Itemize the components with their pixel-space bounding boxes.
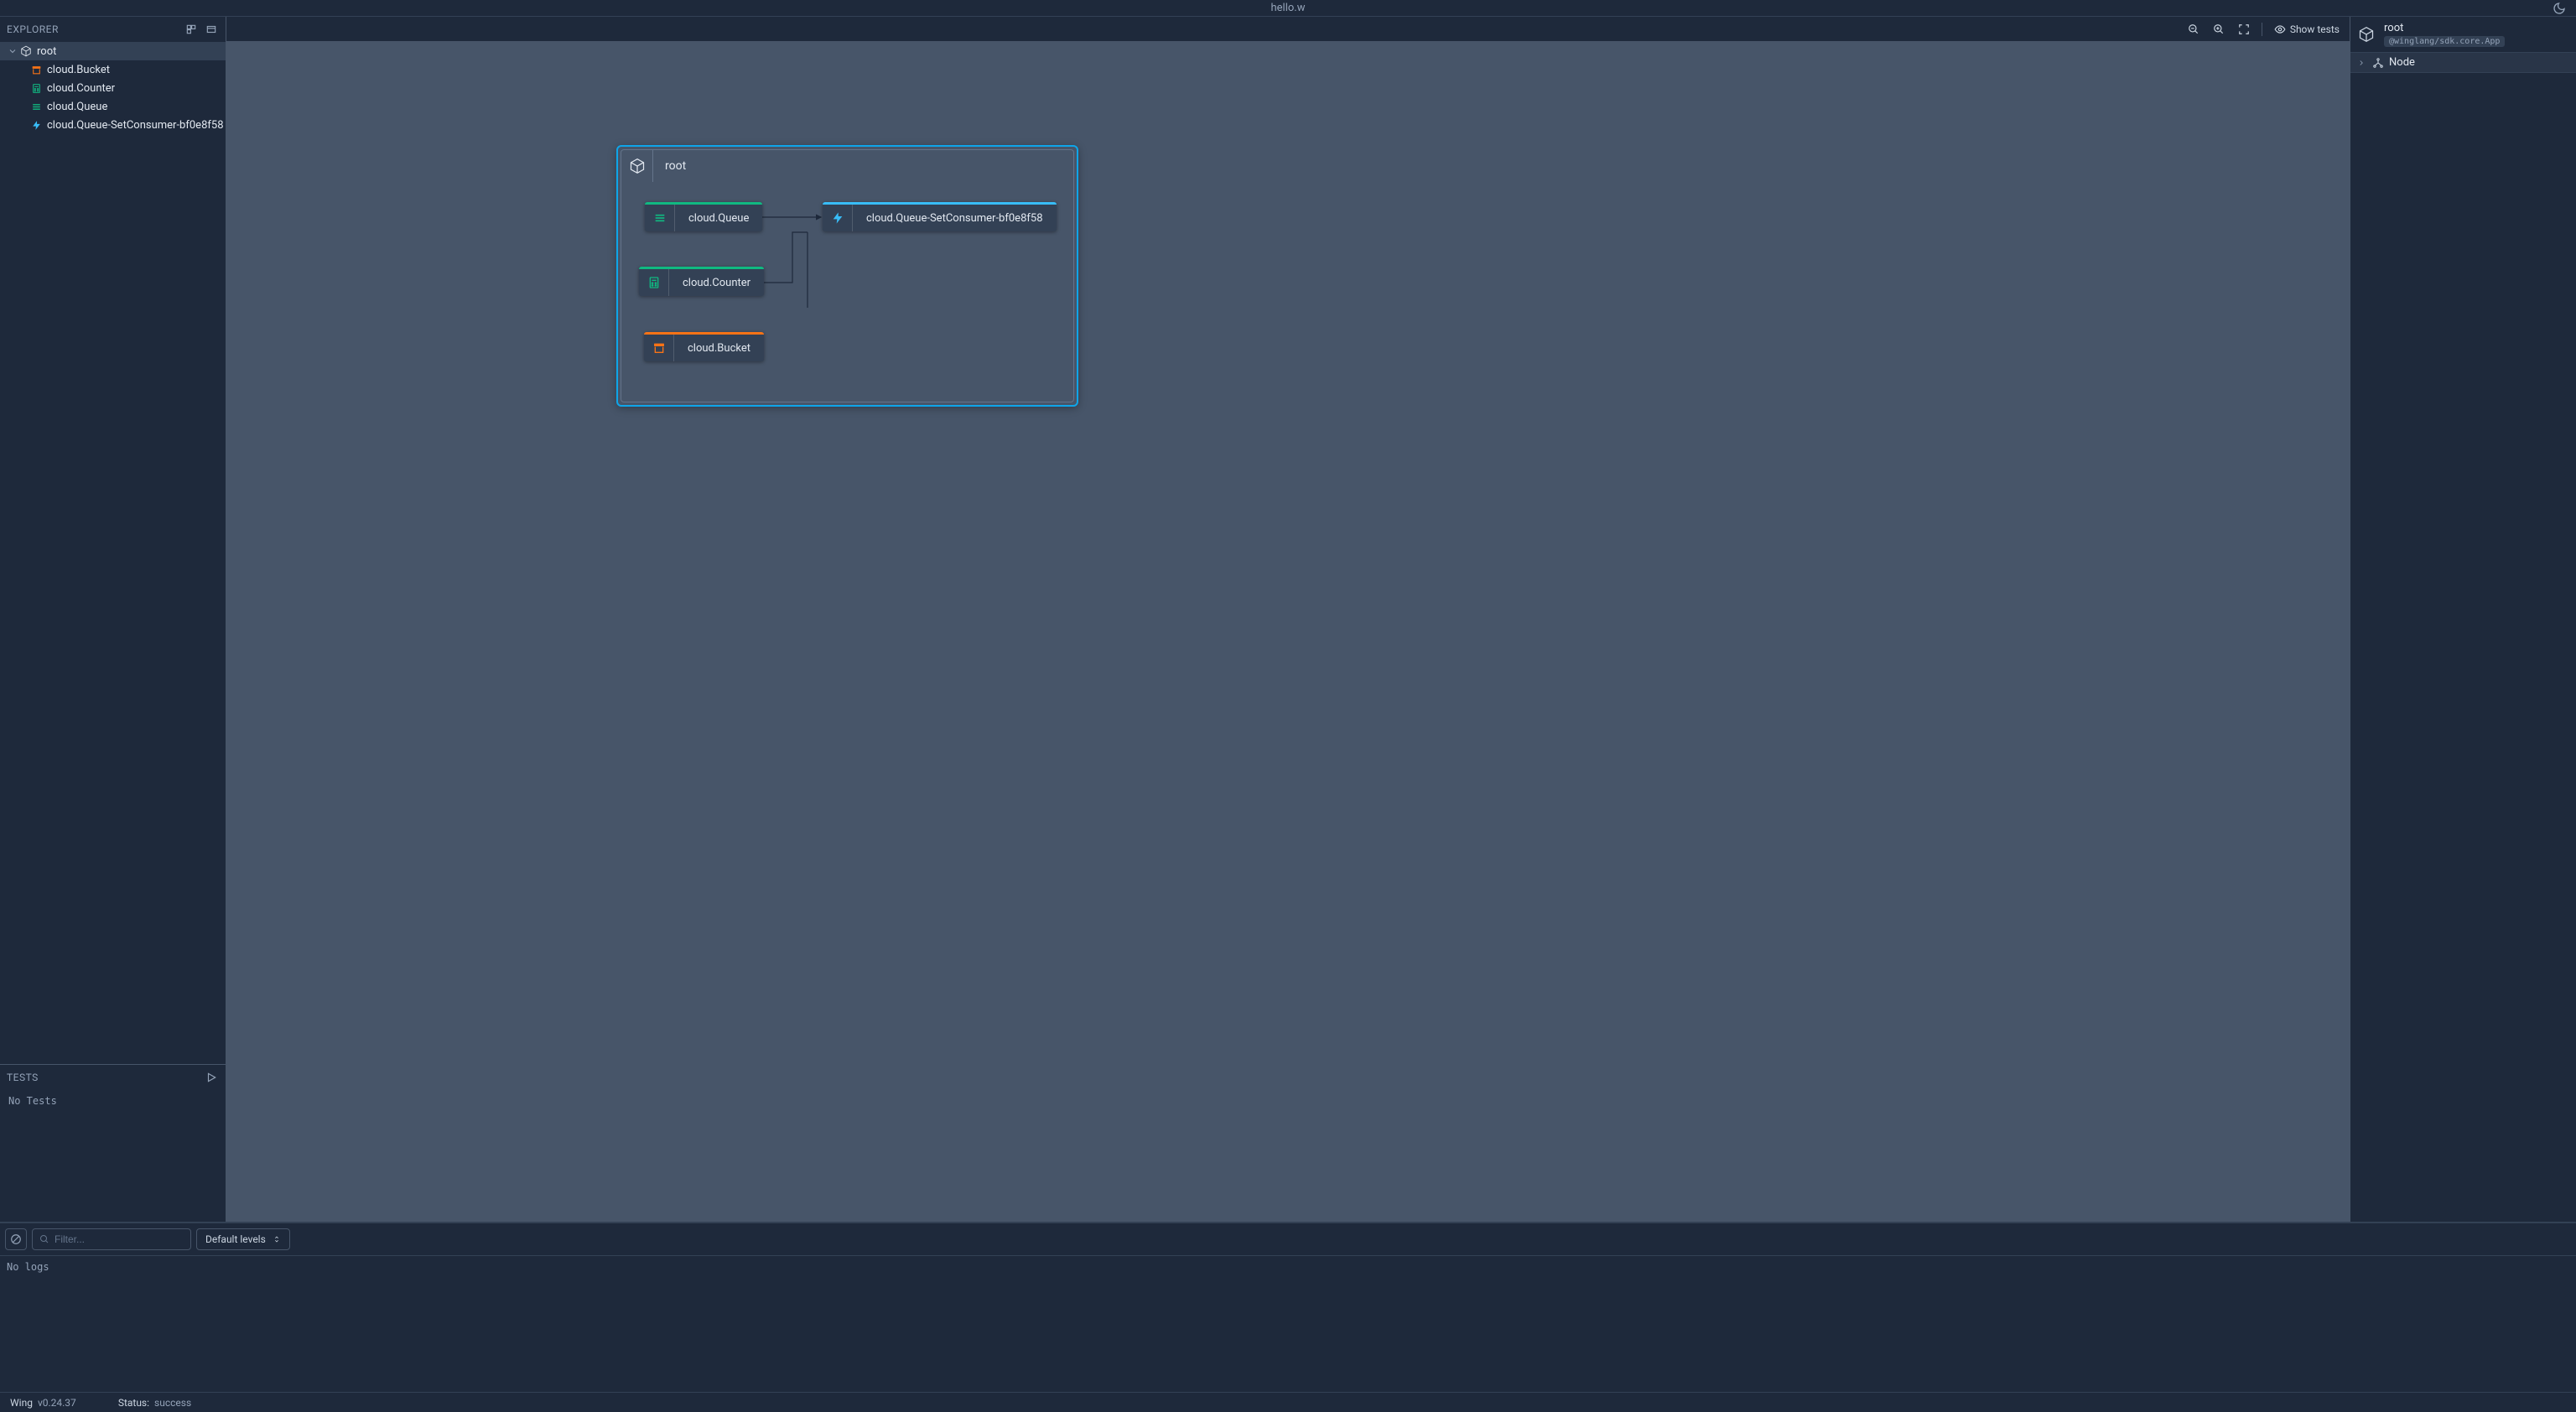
statusbar: Wing v0.24.37 Status: success (0, 1392, 2576, 1412)
explorer-title: EXPLORER (7, 23, 59, 35)
graph-root-label: root (653, 159, 1073, 173)
graph-node-consumer[interactable]: cloud.Queue-SetConsumer-bf0e8f58 (823, 202, 1057, 231)
inspector-section-label: Node (2389, 56, 2415, 69)
zoom-in-button[interactable] (2208, 21, 2230, 38)
collapse-all-icon[interactable] (204, 22, 219, 37)
tree-item-label: root (37, 45, 56, 58)
package-icon (621, 150, 653, 182)
tree-item-consumer[interactable]: cloud.Queue-SetConsumer-bf0e8f58 (0, 116, 226, 134)
chevron-right-icon (2357, 59, 2367, 67)
bolt-icon (823, 205, 853, 231)
app-name: Wing (10, 1397, 33, 1409)
zoom-out-button[interactable] (2183, 21, 2205, 38)
fit-screen-button[interactable] (2233, 21, 2255, 38)
tests-header: TESTS (0, 1065, 226, 1090)
node-label: cloud.Counter (669, 277, 764, 289)
inspector-section-node[interactable]: Node (2350, 53, 2576, 73)
bolt-icon (30, 119, 42, 131)
filter-input-container (32, 1228, 191, 1250)
status-label: Status: (118, 1397, 149, 1409)
node-label: cloud.Queue-SetConsumer-bf0e8f58 (853, 212, 1057, 225)
node-label: cloud.Queue (675, 212, 762, 225)
tree-item-queue[interactable]: cloud.Queue (0, 97, 226, 116)
calculator-icon (639, 269, 669, 296)
package-icon (2357, 25, 2376, 44)
tree-item-label: cloud.Queue-SetConsumer-bf0e8f58 (47, 119, 224, 132)
canvas-toolbar: Show tests (226, 17, 2350, 42)
clear-logs-button[interactable] (5, 1228, 27, 1250)
expand-all-icon[interactable] (184, 22, 199, 37)
app-version: v0.24.37 (38, 1397, 76, 1409)
graph-node-queue[interactable]: cloud.Queue (645, 202, 762, 231)
package-icon (20, 45, 32, 57)
search-icon (39, 1234, 49, 1244)
run-tests-icon[interactable] (204, 1070, 219, 1085)
tree-item-bucket[interactable]: cloud.Bucket (0, 60, 226, 79)
network-icon (2372, 57, 2384, 69)
log-level-select[interactable]: Default levels (196, 1228, 290, 1250)
explorer-header: EXPLORER (0, 17, 226, 42)
chevron-down-icon (7, 45, 18, 57)
tree-item-counter[interactable]: cloud.Counter (0, 79, 226, 97)
tests-empty: No Tests (0, 1090, 226, 1112)
graph-root-node[interactable]: root (616, 145, 1078, 407)
logs-toolbar: Default levels (0, 1223, 2576, 1256)
archive-icon (644, 335, 674, 361)
node-label: cloud.Bucket (674, 342, 764, 355)
explorer-tree: root cloud.Bucket cloud.Counter (0, 42, 226, 1064)
graph-canvas[interactable]: root (226, 42, 2350, 1222)
queue-icon (30, 101, 42, 112)
tree-item-label: cloud.Counter (47, 82, 115, 95)
inspector-header: root @winglang/sdk.core.App (2350, 17, 2576, 53)
show-tests-label: Show tests (2290, 23, 2340, 35)
select-arrows-icon (273, 1235, 281, 1243)
titlebar: hello.w (0, 0, 2576, 17)
tests-title: TESTS (7, 1072, 39, 1083)
inspector-subtitle: @winglang/sdk.core.App (2384, 36, 2505, 47)
archive-icon (30, 64, 42, 75)
graph-node-bucket[interactable]: cloud.Bucket (644, 332, 764, 361)
logs-empty: No logs (0, 1256, 2576, 1278)
graph-node-counter[interactable]: cloud.Counter (639, 267, 764, 296)
tree-item-root[interactable]: root (0, 42, 226, 60)
titlebar-title: hello.w (1271, 2, 1306, 14)
tree-item-label: cloud.Queue (47, 101, 107, 113)
queue-icon (645, 205, 675, 231)
calculator-icon (30, 82, 42, 94)
status-value: success (154, 1397, 191, 1409)
theme-toggle-icon[interactable] (2553, 2, 2566, 15)
show-tests-toggle[interactable]: Show tests (2269, 21, 2345, 38)
inspector-title: root (2384, 22, 2505, 34)
tree-item-label: cloud.Bucket (47, 64, 110, 76)
log-level-label: Default levels (205, 1233, 266, 1245)
filter-input[interactable] (55, 1233, 184, 1245)
